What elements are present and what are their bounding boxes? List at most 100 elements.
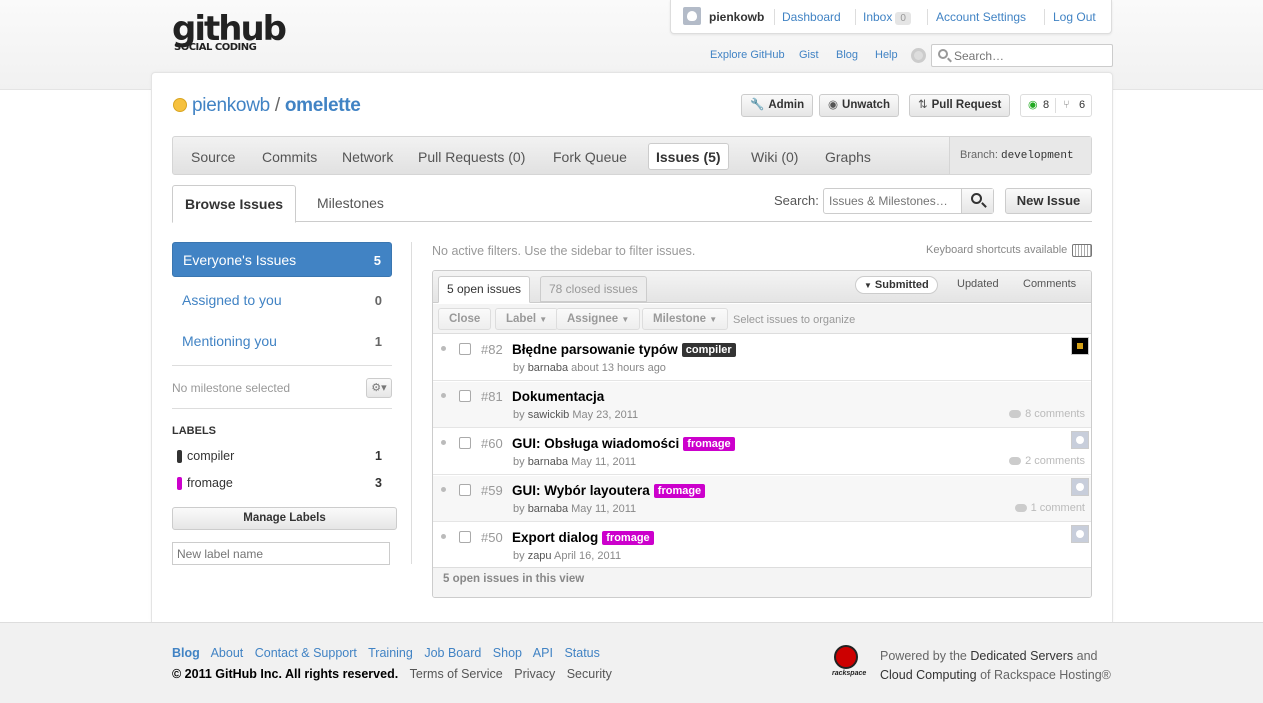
site-search-input[interactable]: [954, 47, 1104, 64]
tab-pull-requests[interactable]: Pull Requests (0): [414, 144, 529, 170]
account-settings-link[interactable]: Account Settings: [936, 10, 1026, 24]
tab-open-issues[interactable]: 5 open issues: [438, 276, 531, 303]
issue-label-tag[interactable]: compiler: [681, 343, 736, 357]
assignee-dropdown[interactable]: Assignee ▼: [556, 308, 641, 330]
assignee-avatar[interactable]: [1071, 431, 1089, 449]
issue-comments[interactable]: 2 comments: [1009, 455, 1085, 467]
keyboard-icon[interactable]: [1072, 244, 1092, 257]
footer-link-terms[interactable]: Terms of Service: [410, 667, 503, 681]
issue-author[interactable]: barnaba: [528, 456, 568, 468]
issue-row[interactable]: #50 Export dialog fromage by zapu April 1…: [433, 523, 1091, 569]
issue-checkbox[interactable]: [459, 437, 471, 449]
assignee-avatar[interactable]: [1071, 337, 1089, 355]
issue-row[interactable]: #60 GUI: Obsługa wiadomości fromage by ba…: [433, 429, 1091, 475]
issue-title[interactable]: Dokumentacja: [512, 389, 604, 404]
new-issue-button[interactable]: New Issue: [1005, 188, 1092, 214]
search-settings-gear-icon[interactable]: [911, 48, 926, 63]
sort-submitted[interactable]: ▼ Submitted: [855, 276, 938, 294]
assignee-avatar[interactable]: [1071, 525, 1089, 543]
issue-search-input[interactable]: [829, 193, 959, 209]
issue-row[interactable]: #82 Błędne parsowanie typów compiler by b…: [433, 335, 1091, 381]
pull-request-button[interactable]: ⇅ Pull Request: [909, 94, 1011, 117]
footer-link-status[interactable]: Status: [564, 646, 599, 660]
help-link[interactable]: Help: [875, 49, 898, 61]
blog-link[interactable]: Blog: [836, 49, 858, 61]
issue-author[interactable]: barnaba: [528, 362, 568, 374]
watchers-count[interactable]: 8: [1043, 95, 1049, 116]
dedicated-servers-link[interactable]: Dedicated Servers: [970, 649, 1073, 663]
manage-labels-button[interactable]: Manage Labels: [172, 507, 397, 530]
watchers-eye-icon[interactable]: ◉: [1028, 95, 1038, 116]
issue-title[interactable]: Błędne parsowanie typów compiler: [512, 342, 736, 357]
filter-everyones-issues[interactable]: Everyone's Issues 5: [172, 242, 392, 277]
issue-search-button[interactable]: [961, 189, 993, 213]
issue-label-tag[interactable]: fromage: [602, 531, 654, 545]
gist-link[interactable]: Gist: [799, 49, 819, 61]
tab-network[interactable]: Network: [338, 144, 397, 170]
issue-checkbox[interactable]: [459, 531, 471, 543]
issue-author[interactable]: zapu: [528, 550, 552, 562]
filter-assigned-to-you[interactable]: Assigned to you 0: [172, 283, 392, 318]
milestone-dropdown[interactable]: Milestone ▼: [642, 308, 729, 330]
issue-row[interactable]: #59 GUI: Wybór layoutera fromage by barna…: [433, 476, 1091, 522]
close-button[interactable]: Close: [438, 308, 492, 330]
footer-link-contact[interactable]: Contact & Support: [255, 646, 357, 660]
tab-wiki[interactable]: Wiki (0): [747, 144, 802, 170]
issue-label-tag[interactable]: fromage: [653, 484, 706, 498]
new-label-input[interactable]: [177, 546, 382, 561]
issue-author[interactable]: sawickib: [528, 409, 570, 421]
rackspace-logo[interactable]: rackspace: [832, 645, 872, 683]
footer-link-job-board[interactable]: Job Board: [424, 646, 481, 660]
sort-updated[interactable]: Updated: [957, 278, 999, 290]
repo-owner-link[interactable]: pienkowb: [192, 95, 270, 116]
footer-link-training[interactable]: Training: [368, 646, 413, 660]
avatar[interactable]: [683, 7, 701, 25]
assignee-avatar[interactable]: [1071, 478, 1089, 496]
unwatch-button[interactable]: ◉ Unwatch: [819, 94, 899, 117]
footer-link-privacy[interactable]: Privacy: [514, 667, 555, 681]
branch-selector[interactable]: Branch: development: [949, 137, 1091, 174]
cloud-computing-link[interactable]: Cloud Computing: [880, 668, 977, 682]
issue-author[interactable]: barnaba: [528, 503, 568, 515]
issue-comments[interactable]: 1 comment: [1014, 502, 1085, 514]
admin-button[interactable]: 🔧 Admin: [741, 94, 814, 117]
keyboard-shortcuts-hint[interactable]: Keyboard shortcuts available: [926, 244, 1067, 256]
footer-link-security[interactable]: Security: [567, 667, 612, 681]
issue-title[interactable]: GUI: Wybór layoutera fromage: [512, 483, 706, 498]
new-label-field: [172, 542, 390, 565]
fork-icon[interactable]: ⑂: [1063, 95, 1070, 116]
explore-github-link[interactable]: Explore GitHub: [710, 49, 785, 61]
issue-checkbox[interactable]: [459, 390, 471, 402]
issue-title[interactable]: Export dialog fromage: [512, 530, 654, 545]
username-link[interactable]: pienkowb: [709, 10, 764, 24]
inbox-link[interactable]: Inbox 0: [863, 10, 911, 25]
issue-comments[interactable]: 8 comments: [1009, 408, 1085, 420]
repo-name-link[interactable]: omelette: [285, 95, 361, 116]
issue-label-tag[interactable]: fromage: [683, 437, 735, 451]
issue-date: about 13 hours ago: [571, 362, 666, 374]
tab-source[interactable]: Source: [187, 144, 239, 170]
github-logo[interactable]: github SOCIAL CODING: [172, 12, 287, 60]
footer-link-shop[interactable]: Shop: [493, 646, 522, 660]
tab-milestones[interactable]: Milestones: [305, 185, 396, 222]
logout-link[interactable]: Log Out: [1053, 10, 1096, 24]
footer-link-about[interactable]: About: [211, 646, 244, 660]
footer-link-api[interactable]: API: [533, 646, 553, 660]
label-dropdown[interactable]: Label ▼: [495, 308, 559, 330]
issue-checkbox[interactable]: [459, 343, 471, 355]
footer-link-blog[interactable]: Blog: [172, 646, 200, 660]
tab-closed-issues[interactable]: 78 closed issues: [540, 276, 647, 302]
tab-issues[interactable]: Issues (5): [648, 143, 729, 170]
filter-mentioning-you[interactable]: Mentioning you 1: [172, 324, 392, 359]
dashboard-link[interactable]: Dashboard: [782, 10, 841, 24]
tab-graphs[interactable]: Graphs: [821, 144, 875, 170]
forks-count[interactable]: 6: [1079, 95, 1085, 116]
tab-fork-queue[interactable]: Fork Queue: [549, 144, 631, 170]
milestone-gear-icon[interactable]: ⚙▾: [366, 378, 392, 398]
sort-comments[interactable]: Comments: [1023, 278, 1076, 290]
tab-commits[interactable]: Commits: [258, 144, 321, 170]
issue-row[interactable]: #81 Dokumentacja by sawickib May 23, 201…: [433, 382, 1091, 428]
tab-browse-issues[interactable]: Browse Issues: [172, 185, 297, 223]
issue-checkbox[interactable]: [459, 484, 471, 496]
issue-title[interactable]: GUI: Obsługa wiadomości fromage: [512, 436, 735, 451]
